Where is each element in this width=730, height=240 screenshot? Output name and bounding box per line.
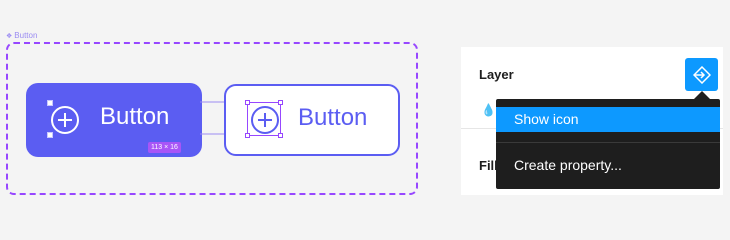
context-menu: Show icon Create property... [496,99,720,189]
size-badge: 113 × 16 [148,142,181,153]
layer-section-title: Layer [479,67,514,82]
plus-circle-icon [51,106,79,134]
menu-divider [496,142,720,143]
opacity-drop-icon: 💧 [481,103,496,117]
button-label: Button [298,104,368,131]
component-diamond-icon: ❖ [6,32,13,40]
component-set-name: Button [14,31,38,40]
selection-handle[interactable] [245,100,250,105]
menu-pointer [694,91,710,99]
selection-handle[interactable] [245,133,250,138]
selection-handle[interactable] [278,133,283,138]
icon-selection-box[interactable] [247,102,281,136]
selection-handle[interactable] [278,100,283,105]
menu-item-show-icon[interactable]: Show icon [496,107,720,132]
selection-handle[interactable] [47,100,53,106]
apply-variable-icon [692,65,711,84]
component-set-label[interactable]: ❖ Button [6,31,37,40]
apply-variable-button[interactable] [685,58,718,91]
menu-item-create-property[interactable]: Create property... [496,153,720,178]
selection-handle[interactable] [47,132,53,138]
fill-section-title: Fill [479,158,498,173]
button-label: Button [100,103,170,130]
